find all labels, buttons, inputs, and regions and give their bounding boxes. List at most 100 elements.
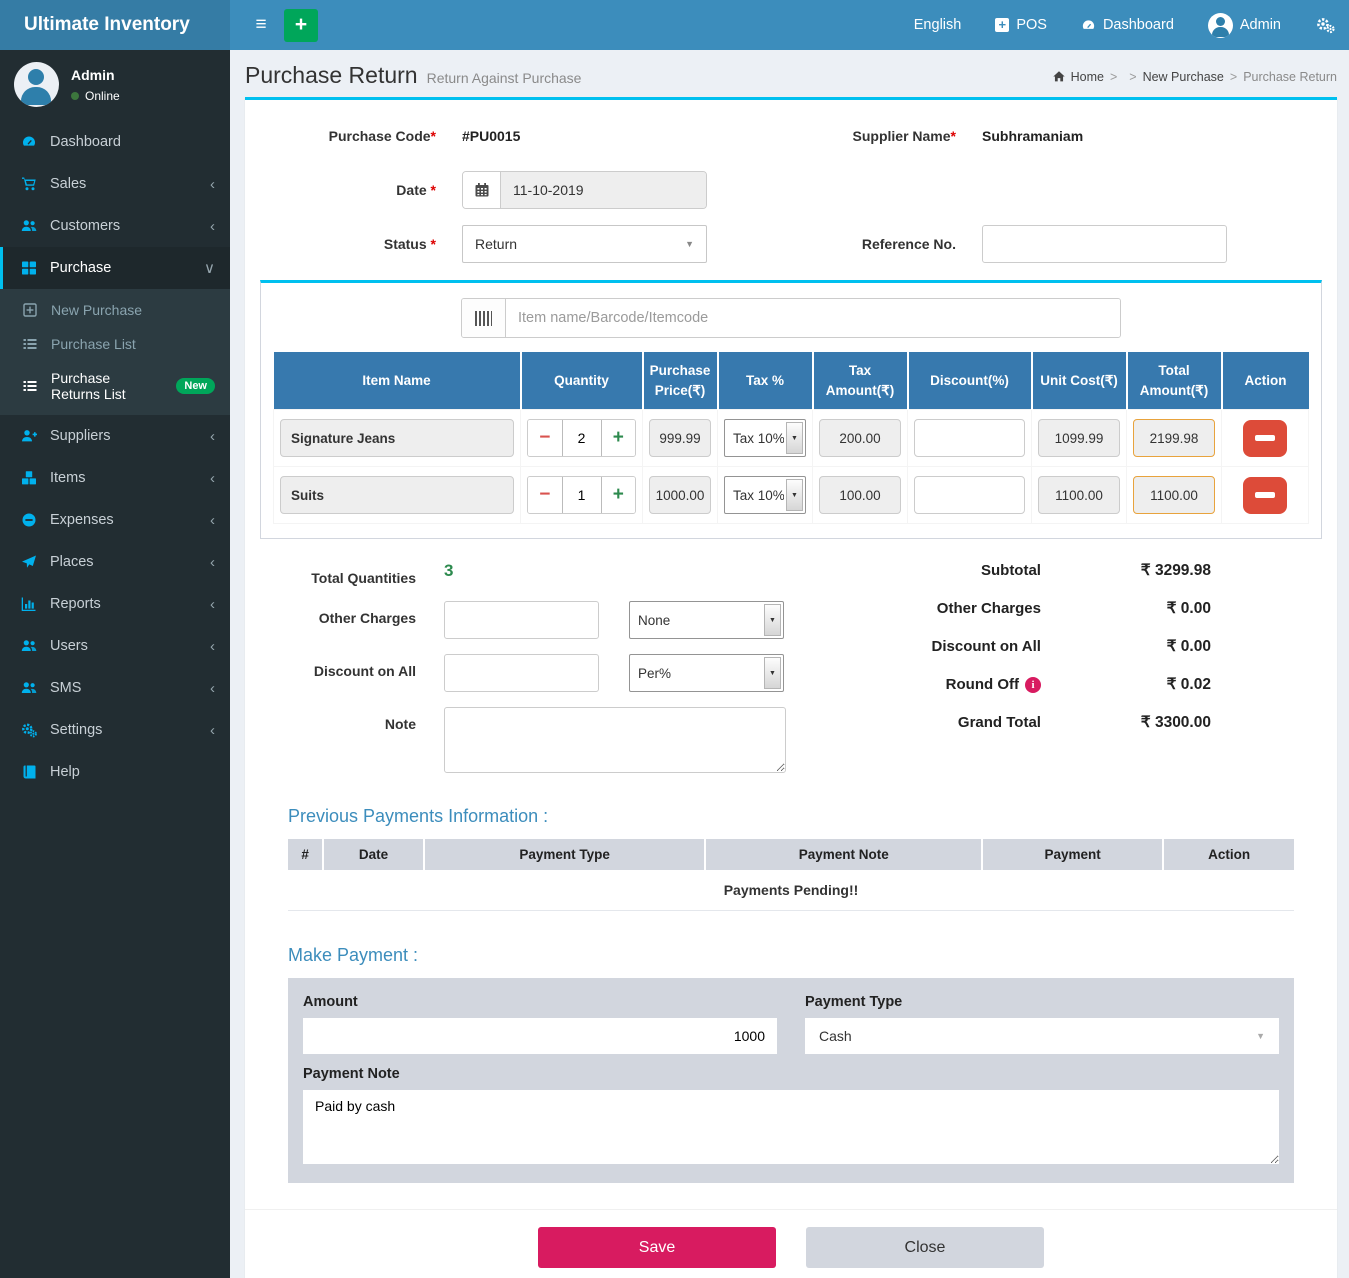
qty-decrease-button[interactable]: − — [528, 420, 562, 456]
minus-icon — [1255, 492, 1275, 498]
sidebar-item-label: Reports — [50, 596, 101, 612]
sidebar-item-label: Purchase — [50, 260, 111, 276]
sidebar-item-label: Purchase Returns List — [51, 370, 156, 402]
sidebar-item-expenses[interactable]: Expenses ‹ — [0, 499, 230, 541]
breadcrumb-item-new-purchase[interactable]: New Purchase — [1143, 70, 1224, 84]
purchase-return-panel: Purchase Code* #PU0015 Supplier Name* Su… — [245, 97, 1337, 1278]
unit-cost-field — [1038, 476, 1120, 514]
sidebar-item-label: Customers — [50, 218, 120, 234]
sidebar-item-label: Items — [50, 470, 85, 486]
sidebar-item-places[interactable]: Places ‹ — [0, 541, 230, 583]
minus-icon — [1255, 435, 1275, 441]
reference-no-input[interactable] — [982, 225, 1227, 263]
other-charges-input[interactable] — [444, 601, 599, 639]
sidebar-item-purchase[interactable]: Purchase ∨ — [0, 247, 230, 289]
note-label: Note — [271, 707, 416, 732]
pos-link[interactable]: POS — [995, 17, 1047, 33]
sidebar-user-panel: Admin Online — [0, 50, 230, 121]
payment-note-label: Payment Note — [303, 1066, 1279, 1082]
sidebar-item-purchase-returns-list[interactable]: Purchase Returns List New — [0, 361, 230, 411]
item-name-field — [280, 476, 514, 514]
qty-increase-button[interactable]: + — [602, 477, 636, 513]
sidebar-item-label: Suppliers — [50, 428, 110, 444]
col-tax-amount: Tax Amount(₹) — [813, 352, 908, 410]
sidebar-item-sms[interactable]: SMS ‹ — [0, 667, 230, 709]
chevron-down-icon: ▼ — [685, 239, 694, 249]
gears-icon — [1315, 16, 1335, 34]
page-title: Purchase Return — [245, 62, 418, 89]
tachometer-icon — [20, 134, 38, 150]
other-charges-total-value: ₹ 0.00 — [1041, 599, 1211, 618]
item-search-input[interactable] — [506, 299, 1120, 337]
tax-select[interactable]: Tax 10% ▼ — [724, 476, 806, 514]
user-avatar-icon — [1208, 13, 1233, 38]
remove-item-button[interactable] — [1243, 420, 1287, 457]
sidebar-item-purchase-list[interactable]: Purchase List — [0, 327, 230, 361]
qty-input[interactable] — [562, 477, 602, 513]
discount-type-select[interactable]: Per% ▼ — [629, 654, 784, 692]
sidebar-item-sales[interactable]: Sales ‹ — [0, 163, 230, 205]
quantity-stepper: − + — [527, 476, 636, 514]
discount-on-all-label: Discount on All — [271, 654, 416, 679]
sidebar-item-reports[interactable]: Reports ‹ — [0, 583, 230, 625]
sidebar-item-customers[interactable]: Customers ‹ — [0, 205, 230, 247]
purchase-price-field — [649, 476, 711, 514]
payments-header-row: # Date Payment Type Payment Note Payment… — [288, 839, 1294, 870]
date-label: Date * — [271, 182, 436, 198]
payment-type-label: Payment Type — [805, 994, 1279, 1010]
item-search-group — [461, 298, 1121, 338]
chevron-left-icon: ‹ — [210, 513, 215, 528]
sidebar-item-suppliers[interactable]: Suppliers ‹ — [0, 415, 230, 457]
note-textarea[interactable] — [444, 707, 786, 773]
user-menu[interactable]: Admin — [1208, 13, 1281, 38]
list-icon — [21, 378, 39, 394]
close-button[interactable]: Close — [806, 1227, 1044, 1268]
quantity-stepper: − + — [527, 419, 636, 457]
discount-on-all-input[interactable] — [444, 654, 599, 692]
sidebar-avatar — [14, 62, 59, 107]
remove-item-button[interactable] — [1243, 477, 1287, 514]
qty-input[interactable] — [562, 420, 602, 456]
sidebar-item-items[interactable]: Items ‹ — [0, 457, 230, 499]
qty-increase-button[interactable]: + — [602, 420, 636, 456]
sidebar-item-users[interactable]: Users ‹ — [0, 625, 230, 667]
payment-note-textarea[interactable]: Paid by cash — [303, 1090, 1279, 1164]
chevron-left-icon: ‹ — [210, 471, 215, 486]
qty-decrease-button[interactable]: − — [528, 477, 562, 513]
payment-type-select[interactable]: Cash ▼ — [805, 1018, 1279, 1054]
sidebar-user-status: Online — [71, 89, 120, 103]
subtotal-value: ₹ 3299.98 — [1041, 561, 1211, 580]
other-charges-type-select[interactable]: None ▼ — [629, 601, 784, 639]
info-icon[interactable]: i — [1025, 677, 1041, 693]
discount-input[interactable] — [914, 419, 1025, 457]
calendar-icon[interactable] — [463, 172, 501, 208]
select-arrow-icon: ▼ — [786, 422, 803, 454]
date-input[interactable] — [501, 172, 706, 208]
quick-add-button[interactable]: + — [284, 9, 318, 42]
amount-input[interactable] — [303, 1018, 777, 1054]
sidebar-item-settings[interactable]: Settings ‹ — [0, 709, 230, 751]
language-menu[interactable]: English — [914, 17, 962, 33]
sidebar-item-new-purchase[interactable]: New Purchase — [0, 293, 230, 327]
col-tax-percent: Tax % — [718, 352, 813, 410]
status-select[interactable]: Return ▼ — [462, 225, 707, 263]
tax-select[interactable]: Tax 10% ▼ — [724, 419, 806, 457]
breadcrumb-separator: > — [1110, 70, 1117, 84]
discount-input[interactable] — [914, 476, 1025, 514]
barcode-icon — [462, 299, 506, 337]
col-payment-note: Payment Note — [705, 839, 982, 870]
tax-value: Tax 10% — [725, 477, 784, 513]
sidebar-item-dashboard[interactable]: Dashboard — [0, 121, 230, 163]
chevron-left-icon: ‹ — [210, 429, 215, 444]
sidebar-item-label: Users — [50, 638, 88, 654]
sidebar-item-label: Help — [50, 764, 80, 780]
sidebar-item-help[interactable]: Help — [0, 751, 230, 793]
dashboard-link[interactable]: Dashboard — [1081, 17, 1174, 33]
breadcrumb-home[interactable]: Home — [1052, 70, 1104, 84]
settings-menu[interactable] — [1315, 16, 1335, 34]
status-value: Return — [475, 236, 517, 252]
items-panel: Item Name Quantity Purchase Price(₹) Tax… — [260, 280, 1322, 539]
sidebar-toggle-icon[interactable]: ≡ — [244, 0, 278, 50]
chevron-left-icon: ‹ — [210, 555, 215, 570]
save-button[interactable]: Save — [538, 1227, 776, 1268]
